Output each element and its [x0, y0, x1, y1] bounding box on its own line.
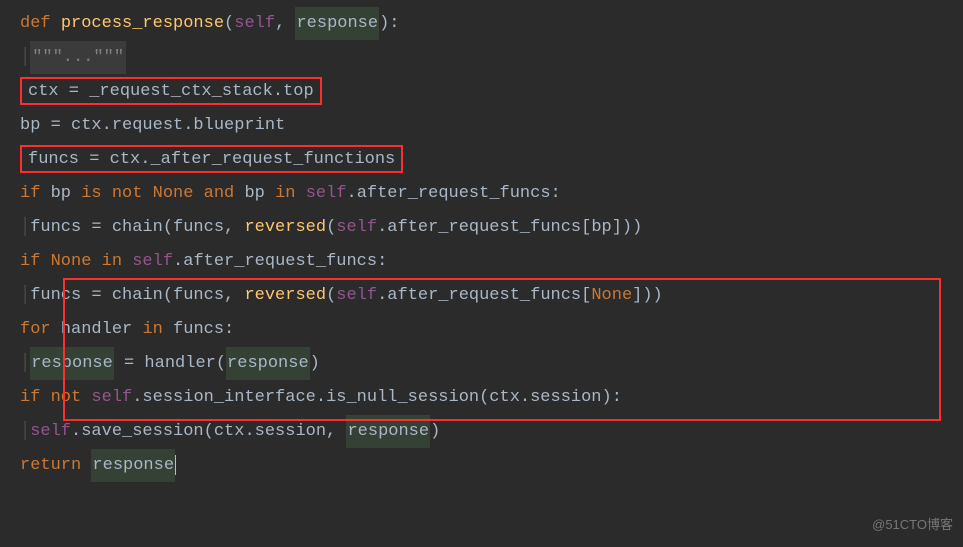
code-line[interactable]: if not self.session_interface.is_null_se… — [20, 380, 963, 414]
code-line[interactable]: def process_response(self, response): — [20, 6, 963, 40]
code-line[interactable]: bp = ctx.request.blueprint — [20, 108, 963, 142]
function-name: process_response — [61, 7, 224, 40]
code-line[interactable]: ctx = _request_ctx_stack.top — [20, 74, 963, 108]
docstring: """...""" — [30, 41, 126, 74]
code-line[interactable]: if None in self.after_request_funcs: — [20, 244, 963, 278]
code-line[interactable]: │ """...""" — [20, 40, 963, 74]
self-param: self — [234, 7, 275, 40]
param-response: response — [295, 7, 379, 40]
highlight-box: funcs = ctx._after_request_functions — [20, 145, 403, 173]
keyword-def: def — [20, 7, 51, 40]
code-line[interactable]: │ response = handler(response) — [20, 346, 963, 380]
code-line[interactable]: return response — [20, 448, 963, 482]
code-line[interactable]: │ funcs = chain(funcs, reversed(self.aft… — [20, 210, 963, 244]
code-line[interactable]: │ funcs = chain(funcs, reversed(self.aft… — [20, 278, 963, 312]
text-cursor — [175, 455, 176, 475]
code-line[interactable]: funcs = ctx._after_request_functions — [20, 142, 963, 176]
code-line[interactable]: for handler in funcs: — [20, 312, 963, 346]
highlight-box: ctx = _request_ctx_stack.top — [20, 77, 322, 105]
code-line[interactable]: │ self.save_session(ctx.session, respons… — [20, 414, 963, 448]
watermark: @51CTO博客 — [872, 508, 953, 541]
code-line[interactable]: if bp is not None and bp in self.after_r… — [20, 176, 963, 210]
